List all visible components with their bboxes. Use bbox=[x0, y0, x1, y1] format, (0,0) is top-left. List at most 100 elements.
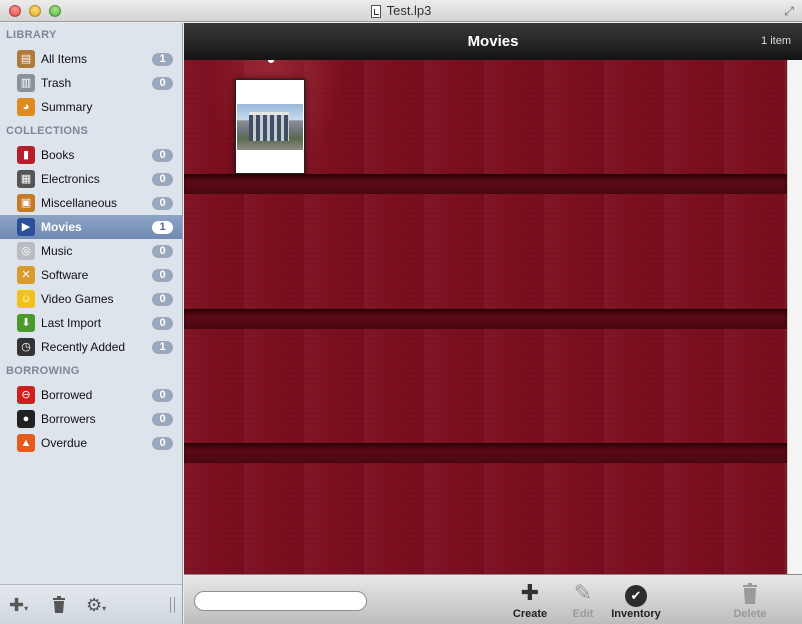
sidebar-item-label: Summary bbox=[41, 100, 93, 114]
sidebar-item-label: Movies bbox=[41, 220, 82, 234]
sidebar-item-books[interactable]: ▮ Books 0 bbox=[0, 143, 182, 167]
cd-icon: ◎ bbox=[17, 242, 35, 260]
sidebar-item-label: Video Games bbox=[41, 292, 114, 306]
window-title-text: Test.lp3 bbox=[386, 3, 432, 18]
edit-button[interactable]: ✎ Edit bbox=[558, 580, 608, 621]
count-badge: 1 bbox=[152, 221, 173, 234]
sidebar-item-all-items[interactable]: ▤ All Items 1 bbox=[0, 47, 182, 71]
delete-button[interactable]: Delete bbox=[725, 581, 775, 620]
count-badge: 0 bbox=[152, 245, 173, 258]
create-label: Create bbox=[512, 608, 548, 620]
shelf-divider bbox=[184, 174, 787, 194]
count-badge: 1 bbox=[152, 341, 173, 354]
window-titlebar: Test.lp3 ⤢ bbox=[0, 0, 802, 22]
edit-label: Edit bbox=[572, 608, 594, 620]
bottom-toolbar: ⚲ ✚ Create ✎ Edit ✔ Inventory Delete bbox=[184, 574, 802, 624]
sidebar-item-electronics[interactable]: ▦ Electronics 0 bbox=[0, 167, 182, 191]
sidebar-item-label: Software bbox=[41, 268, 89, 282]
sidebar-section-header: COLLECTIONS bbox=[6, 125, 89, 137]
pie-chart-icon: ◕ bbox=[17, 98, 35, 116]
trash-icon bbox=[725, 581, 775, 605]
gear-menu-button[interactable]: ⚙▾ bbox=[86, 596, 106, 614]
bookshelf-view[interactable] bbox=[184, 60, 787, 574]
inventory-button[interactable]: ✔ Inventory bbox=[609, 581, 663, 620]
search-input[interactable] bbox=[194, 591, 367, 611]
document-icon bbox=[370, 4, 381, 18]
box-icon: ▣ bbox=[17, 194, 35, 212]
count-badge: 0 bbox=[152, 77, 173, 90]
sidebar-item-label: Overdue bbox=[41, 436, 88, 450]
minimize-window-button[interactable] bbox=[29, 5, 41, 17]
zoom-window-button[interactable] bbox=[49, 5, 61, 17]
sidebar-item-recently-added[interactable]: ◷ Recently Added 1 bbox=[0, 335, 182, 359]
shelf-divider bbox=[184, 443, 787, 463]
count-badge: 0 bbox=[152, 413, 173, 426]
count-badge: 0 bbox=[152, 389, 173, 402]
sidebar-resize-handle[interactable] bbox=[170, 597, 175, 613]
inventory-label: Inventory bbox=[611, 608, 661, 620]
sidebar-item-overdue[interactable]: ▲ Overdue 0 bbox=[0, 431, 182, 455]
sidebar-item-trash[interactable]: ▥ Trash 0 bbox=[0, 71, 182, 95]
collection-title: Movies bbox=[467, 33, 519, 50]
sidebar-item-label: Miscellaneous bbox=[41, 196, 118, 210]
sidebar-item-borrowers[interactable]: ● Borrowers 0 bbox=[0, 407, 182, 431]
sidebar-item-label: Trash bbox=[41, 76, 72, 90]
pencil-icon: ✎ bbox=[573, 580, 593, 605]
sidebar-item-label: Books bbox=[41, 148, 75, 162]
count-badge: 0 bbox=[152, 269, 173, 282]
count-badge: 0 bbox=[152, 293, 173, 306]
sidebar-footer: ✚▾ ⚙▾ bbox=[0, 584, 182, 624]
clapperboard-icon: ▶ bbox=[17, 218, 35, 236]
clock-icon: ◷ bbox=[17, 338, 35, 356]
download-arrow-icon: ⬇ bbox=[17, 314, 35, 332]
delete-label: Delete bbox=[733, 608, 767, 620]
sidebar-item-software[interactable]: ✕ Software 0 bbox=[0, 263, 182, 287]
close-window-button[interactable] bbox=[9, 5, 21, 17]
sidebar-section-header: LIBRARY bbox=[6, 29, 57, 41]
tools-icon: ✕ bbox=[17, 266, 35, 284]
count-badge: 1 bbox=[152, 53, 173, 66]
sidebar-item-label: Borrowed bbox=[41, 388, 93, 402]
book-icon: ▮ bbox=[17, 146, 35, 164]
sidebar-item-summary[interactable]: ◕ Summary bbox=[0, 95, 182, 119]
bookshelf-icon: ▤ bbox=[17, 50, 35, 68]
window-title: Test.lp3 bbox=[370, 0, 432, 22]
create-button[interactable]: ✚ Create bbox=[505, 580, 555, 621]
sidebar-item-label: Electronics bbox=[41, 172, 100, 186]
sidebar-item-borrowed[interactable]: ⊖ Borrowed 0 bbox=[0, 383, 182, 407]
count-badge: 0 bbox=[152, 149, 173, 162]
delete-collection-button[interactable] bbox=[52, 596, 66, 614]
person-icon: ● bbox=[17, 410, 35, 428]
sidebar-section-header: BORROWING bbox=[6, 365, 80, 377]
main-header: Movies 1 item bbox=[184, 23, 802, 60]
sidebar-item-last-import[interactable]: ⬇ Last Import 0 bbox=[0, 311, 182, 335]
sidebar-item-movies[interactable]: ▶ Movies 1 bbox=[0, 215, 182, 239]
sidebar-item-label: Borrowers bbox=[41, 412, 96, 426]
sidebar-item-label: Last Import bbox=[41, 316, 102, 330]
plus-icon: ✚ bbox=[520, 580, 540, 605]
add-collection-button[interactable]: ✚▾ bbox=[9, 596, 28, 614]
fullscreen-icon[interactable]: ⤢ bbox=[782, 4, 796, 18]
sidebar-item-miscellaneous[interactable]: ▣ Miscellaneous 0 bbox=[0, 191, 182, 215]
trash-icon bbox=[53, 596, 65, 613]
count-badge: 0 bbox=[152, 197, 173, 210]
smiley-icon: ☺ bbox=[17, 290, 35, 308]
trash-can-icon: ▥ bbox=[17, 74, 35, 92]
sidebar: LIBRARY ▤ All Items 1 ▥ Trash 0 ◕ Summary COLLECT… bbox=[0, 23, 183, 624]
sidebar-item-video-games[interactable]: ☺ Video Games 0 bbox=[0, 287, 182, 311]
count-badge: 0 bbox=[152, 317, 173, 330]
checkmark-circle-icon: ✔ bbox=[609, 581, 663, 607]
sidebar-item-music[interactable]: ◎ Music 0 bbox=[0, 239, 182, 263]
calendar-alert-icon: ▲ bbox=[17, 434, 35, 452]
sidebar-sections: LIBRARY ▤ All Items 1 ▥ Trash 0 ◕ Summary COLLECT… bbox=[0, 23, 182, 455]
vertical-scrollbar[interactable] bbox=[787, 60, 802, 574]
sidebar-item-label: Music bbox=[41, 244, 73, 258]
printer-icon: ▦ bbox=[17, 170, 35, 188]
cover-photo bbox=[237, 104, 303, 150]
sidebar-item-label: Recently Added bbox=[41, 340, 126, 354]
sidebar-item-label: All Items bbox=[41, 52, 88, 66]
count-badge: 0 bbox=[152, 437, 173, 450]
movie-cover-item[interactable] bbox=[235, 79, 305, 174]
no-entry-icon: ⊖ bbox=[17, 386, 35, 404]
shelf-divider bbox=[184, 309, 787, 329]
